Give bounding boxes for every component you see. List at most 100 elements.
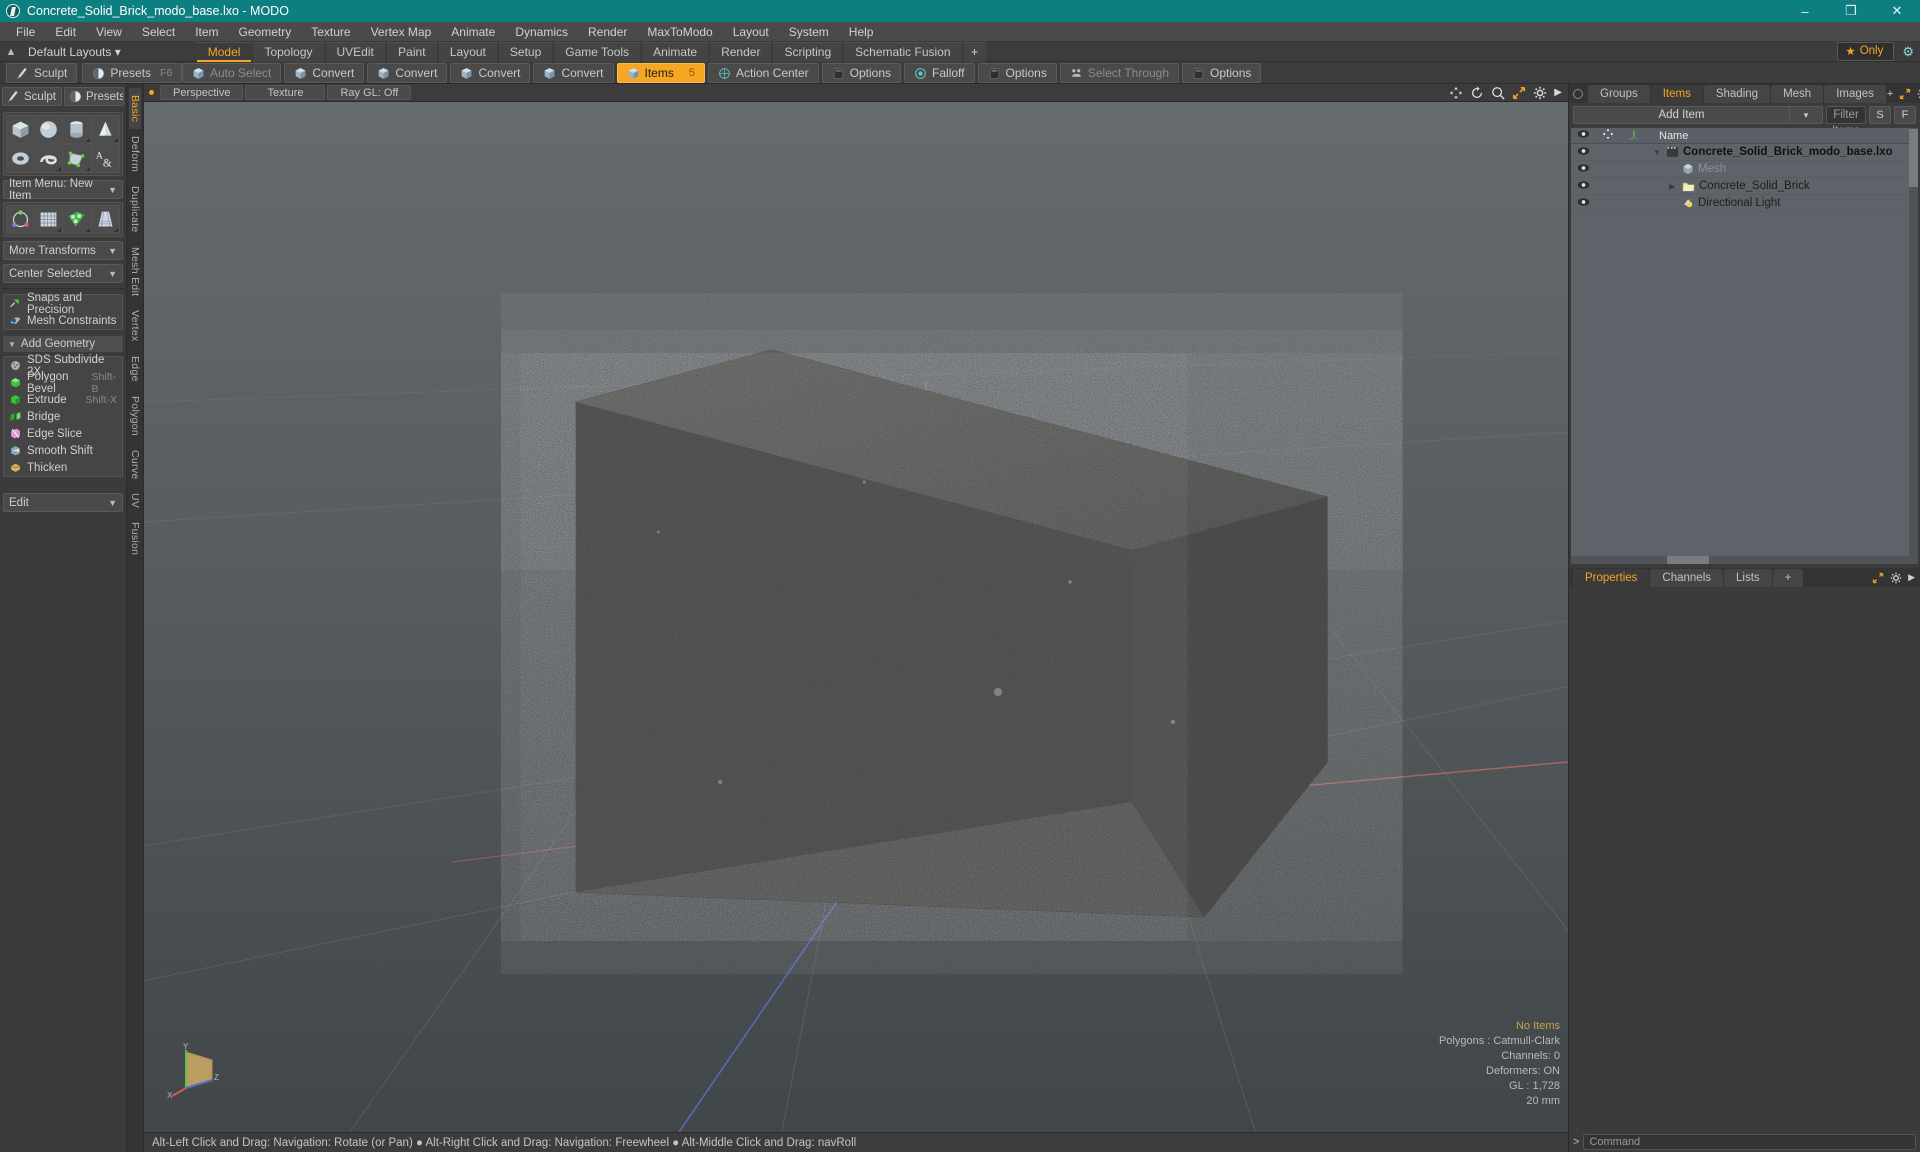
- menu-item-layout[interactable]: Layout: [723, 22, 779, 42]
- row-expander-icon[interactable]: ▶: [1669, 182, 1678, 191]
- menu-item-maxtomodo[interactable]: MaxToModo: [637, 22, 722, 42]
- toolbar-button-action-center-6[interactable]: Action Center: [707, 63, 819, 83]
- right-tab-shading[interactable]: Shading: [1703, 84, 1771, 103]
- default-layouts-dropdown[interactable]: Default Layouts ▾: [22, 45, 127, 59]
- row-name-cell[interactable]: ▶ Concrete_Solid_Brick: [1647, 180, 1810, 192]
- vertical-tab-curve[interactable]: Curve: [129, 443, 141, 487]
- more-transforms-dropdown[interactable]: More Transforms ▼: [3, 241, 123, 260]
- expand-icon[interactable]: [1872, 572, 1884, 584]
- toolbar-button-convert-4[interactable]: Convert: [533, 63, 614, 83]
- viewport-tab-perspective[interactable]: Perspective: [160, 85, 244, 100]
- menu-item-edit[interactable]: Edit: [45, 22, 86, 42]
- toolbar-button-options-7[interactable]: Options: [821, 63, 902, 83]
- toolbar-button-convert-1[interactable]: Convert: [284, 63, 365, 83]
- menu-item-view[interactable]: View: [86, 22, 132, 42]
- cube-icon[interactable]: [6, 115, 35, 144]
- layout-tab-add[interactable]: +: [963, 41, 986, 62]
- viewport-tab-texture[interactable]: Texture: [245, 85, 326, 100]
- add-tab-icon[interactable]: +: [1887, 88, 1893, 100]
- layout-tab-animate[interactable]: Animate: [642, 41, 709, 62]
- presets-tab-button[interactable]: Presets: [64, 87, 124, 106]
- vertical-tab-vertex[interactable]: Vertex: [129, 303, 141, 349]
- row-visibility-icon[interactable]: [1571, 146, 1595, 159]
- toolbar-button-options-9[interactable]: Options: [977, 63, 1057, 83]
- row-name-cell[interactable]: ▼ Concrete_Solid_Brick_modo_base.lxo: [1647, 146, 1893, 158]
- toolbar-button-falloff-8[interactable]: Falloff: [904, 63, 975, 83]
- row-name-cell[interactable]: Directional Light: [1647, 197, 1780, 209]
- gear-icon[interactable]: [1890, 572, 1902, 584]
- menu-item-render[interactable]: Render: [578, 22, 637, 42]
- row-visibility-icon[interactable]: [1571, 180, 1595, 193]
- gear-icon[interactable]: [1533, 86, 1547, 100]
- add-geometry-header[interactable]: ▼ Add Geometry: [3, 336, 123, 352]
- filter-items-input[interactable]: Filter Items: [1826, 106, 1866, 137]
- layout-tab-model[interactable]: Model: [196, 41, 252, 62]
- row-visibility-icon[interactable]: [1571, 197, 1595, 210]
- layout-tab-topology[interactable]: Topology: [253, 41, 324, 62]
- menu-item-animate[interactable]: Animate: [441, 22, 505, 42]
- layout-tab-scripting[interactable]: Scripting: [773, 41, 843, 62]
- menu-item-system[interactable]: System: [779, 22, 839, 42]
- vertical-tab-polygon[interactable]: Polygon: [129, 389, 141, 443]
- spiral-icon[interactable]: [34, 144, 64, 173]
- filter-f-button[interactable]: F: [1894, 106, 1916, 124]
- items-tree-scrollbar[interactable]: [1909, 128, 1918, 556]
- checker-cloth-icon[interactable]: [63, 205, 92, 234]
- sphere-icon[interactable]: [34, 115, 64, 144]
- geometry-item-smooth-shift[interactable]: Smooth Shift: [4, 442, 122, 459]
- layout-tab-setup[interactable]: Setup: [498, 41, 553, 62]
- text-icon[interactable]: A &: [91, 144, 121, 173]
- table-row[interactable]: ▶ Concrete_Solid_Brick: [1571, 178, 1918, 195]
- geometry-item-edge-slice[interactable]: Edge Slice: [4, 425, 122, 442]
- right-tab-mesh-[interactable]: Mesh ...: [1771, 84, 1824, 118]
- table-row[interactable]: Mesh: [1571, 161, 1918, 178]
- table-row[interactable]: ▼ Concrete_Solid_Brick_modo_base.lxo: [1571, 144, 1918, 161]
- layout-tab-schematic-fusion[interactable]: Schematic Fusion: [844, 41, 962, 62]
- presets-button[interactable]: Presets F6: [82, 63, 183, 83]
- vertical-tab-deform[interactable]: Deform: [129, 129, 141, 179]
- right-tab-groups[interactable]: Groups: [1588, 84, 1650, 103]
- command-input[interactable]: Command: [1583, 1134, 1916, 1150]
- close-button[interactable]: ✕: [1874, 0, 1920, 22]
- vertical-tab-mesh-edit[interactable]: Mesh Edit: [129, 240, 141, 303]
- expand-icon[interactable]: [1899, 88, 1911, 100]
- filter-s-button[interactable]: S: [1869, 106, 1891, 124]
- gear-icon[interactable]: ⚙: [1902, 44, 1914, 60]
- fit-icon[interactable]: [1512, 86, 1526, 100]
- right-tab-items[interactable]: Items: [1650, 84, 1703, 103]
- toolbar-button-convert-2[interactable]: Convert: [367, 63, 448, 83]
- vertical-tab-basic[interactable]: Basic: [129, 88, 141, 130]
- menu-item-dynamics[interactable]: Dynamics: [505, 22, 578, 42]
- add-item-dropdown[interactable]: Add Item ▾: [1573, 106, 1823, 124]
- layout-tab-paint[interactable]: Paint: [386, 41, 437, 62]
- toolbar-button-items-5[interactable]: Items 5: [616, 63, 705, 83]
- mesh-constraints-item[interactable]: Mesh Constraints: [4, 312, 122, 329]
- menu-item-help[interactable]: Help: [839, 22, 884, 42]
- move-icon[interactable]: [1449, 86, 1463, 100]
- menu-item-vertex-map[interactable]: Vertex Map: [361, 22, 442, 42]
- item-menu-dropdown[interactable]: Item Menu: New Item ▼: [3, 178, 123, 202]
- table-row[interactable]: Directional Light: [1571, 195, 1918, 212]
- lower-tab-channels[interactable]: Channels: [1650, 568, 1724, 587]
- toolbar-button-select-through-10[interactable]: Select Through: [1059, 63, 1180, 83]
- vertical-tab-edge[interactable]: Edge: [129, 349, 141, 389]
- cone-icon[interactable]: [91, 115, 121, 144]
- geometry-item-extrude[interactable]: Extrude Shift-X: [4, 391, 122, 408]
- 3d-viewport[interactable]: Y X Z No Items Polygons : Catmull-Clark …: [144, 102, 1568, 1132]
- minimize-button[interactable]: –: [1782, 0, 1828, 22]
- toolbar-button-options-11[interactable]: Options: [1182, 63, 1262, 83]
- panel-menu-icon[interactable]: [1573, 88, 1583, 99]
- zoom-icon[interactable]: [1491, 86, 1505, 100]
- row-name-cell[interactable]: Mesh: [1647, 163, 1726, 175]
- layout-tab-uvedit[interactable]: UVEdit: [325, 41, 385, 62]
- geometry-item-polygon-bevel[interactable]: Polygon Bevel Shift-B: [4, 371, 122, 395]
- vertical-tab-duplicate[interactable]: Duplicate: [129, 179, 141, 239]
- menu-item-file[interactable]: File: [6, 22, 45, 42]
- row-visibility-icon[interactable]: [1571, 163, 1595, 176]
- scrollbar-thumb[interactable]: [1909, 129, 1918, 187]
- vertical-tab-fusion[interactable]: Fusion: [129, 515, 141, 562]
- geometry-item-thicken[interactable]: Thicken: [4, 459, 122, 476]
- vertical-tab-uv[interactable]: UV: [129, 486, 141, 515]
- collapse-arrow-icon[interactable]: ▲: [0, 46, 22, 58]
- chevron-right-icon[interactable]: ▶: [1908, 572, 1915, 583]
